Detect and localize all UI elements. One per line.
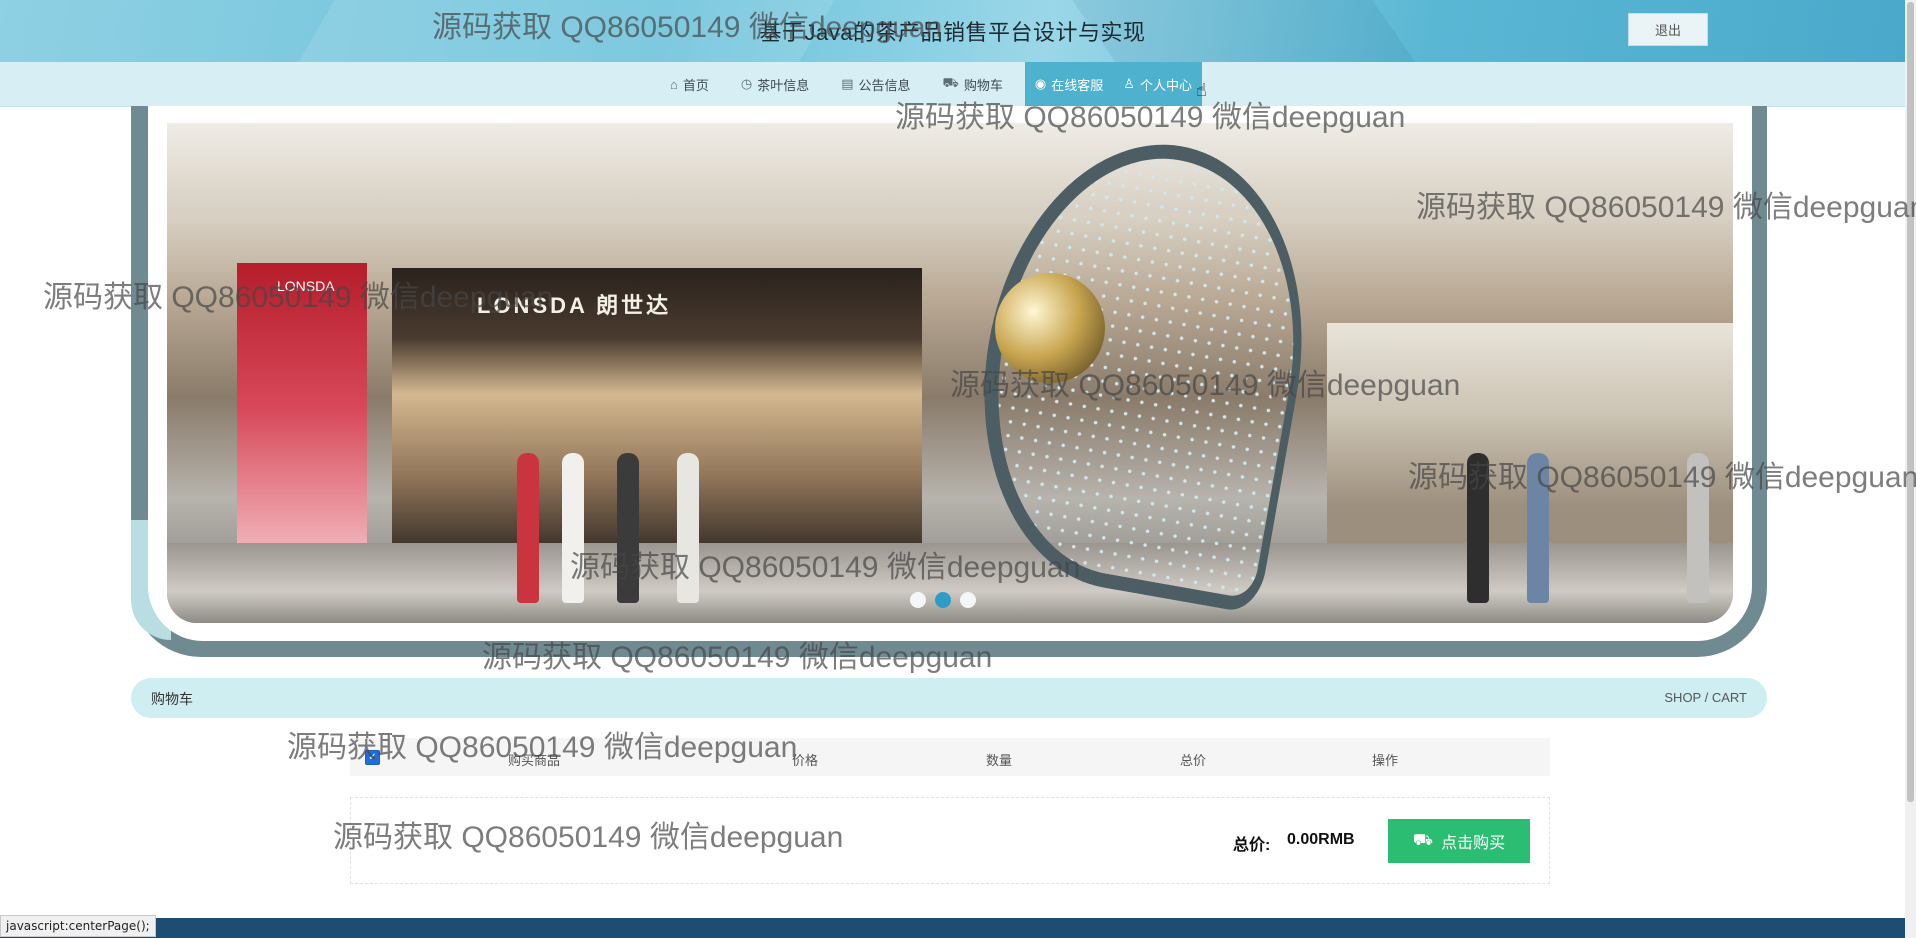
section-title: 购物车	[151, 691, 193, 707]
column-header: 总价	[1180, 753, 1207, 768]
carousel-dot[interactable]	[910, 592, 926, 608]
user-icon: ♙	[1123, 76, 1135, 91]
nav-item-home[interactable]: ⌂ 首页	[660, 62, 719, 106]
notice-icon: ▤	[841, 76, 854, 91]
watermark-text: 源码获取 QQ86050149 微信deepguan	[950, 369, 1461, 402]
logout-button[interactable]: 退出	[1628, 13, 1708, 46]
watermark-text: 源码获取 QQ86050149 微信deepguan	[43, 281, 554, 314]
watermark-text: 源码获取 QQ86050149 微信deepguan	[1408, 461, 1916, 494]
total-value: 0.00RMB	[1287, 831, 1355, 848]
carousel-dot[interactable]	[960, 592, 976, 608]
watermark-text: 源码获取 QQ86050149 微信deepguan	[895, 101, 1406, 134]
cart-icon: ⛟	[942, 75, 959, 90]
site-title: 基于Java的茶产品销售平台设计与实现	[759, 20, 1146, 45]
watermark-text: 源码获取 QQ86050149 微信deepguan	[482, 641, 993, 674]
buy-button[interactable]: ⛟ 点击购买	[1388, 819, 1530, 863]
watermark-text: 源码获取 QQ86050149 微信deepguan	[333, 821, 844, 854]
buy-button-label: 点击购买	[1441, 835, 1506, 852]
section-header: 购物车 SHOP / CART	[131, 678, 1767, 718]
section-subtitle: SHOP / CART	[1664, 690, 1747, 705]
column-header: 数量	[986, 753, 1013, 768]
banner-image-person	[517, 453, 539, 603]
watermark-text: 源码获取 QQ86050149 微信deepguan	[287, 731, 798, 764]
nav-item-label: 在线客服	[1051, 77, 1104, 93]
scrollbar-thumb[interactable]	[1907, 2, 1914, 802]
clock-icon: ◷	[740, 76, 753, 91]
nav-item-label: 购物车	[963, 77, 1003, 93]
watermark-text: 源码获取 QQ86050149 微信deepguan	[432, 11, 943, 44]
nav-item-label: 茶叶信息	[757, 77, 810, 93]
total-label: 总价:	[1233, 837, 1271, 854]
cart-icon: ⛟	[1412, 832, 1434, 849]
home-icon: ⌂	[670, 76, 678, 92]
nav-item-tea-info[interactable]: ◷ 茶叶信息	[731, 62, 819, 106]
nav-item-label: 个人中心	[1139, 77, 1192, 93]
nav-item-label: 首页	[682, 77, 709, 93]
carousel-dot-active[interactable]	[935, 592, 951, 608]
header: 基于Java的茶产品销售平台设计与实现 退出	[0, 0, 1905, 62]
watermark-text: 源码获取 QQ86050149 微信deepguan	[570, 551, 1081, 584]
browser-status-bar: javascript:centerPage();	[0, 915, 156, 937]
chat-icon: ◉	[1034, 76, 1047, 91]
column-header: 操作	[1372, 753, 1399, 768]
nav-item-label: 公告信息	[858, 77, 911, 93]
carousel-indicators	[910, 592, 976, 608]
page-footer	[0, 918, 1905, 938]
watermark-text: 源码获取 QQ86050149 微信deepguan	[1416, 191, 1916, 224]
